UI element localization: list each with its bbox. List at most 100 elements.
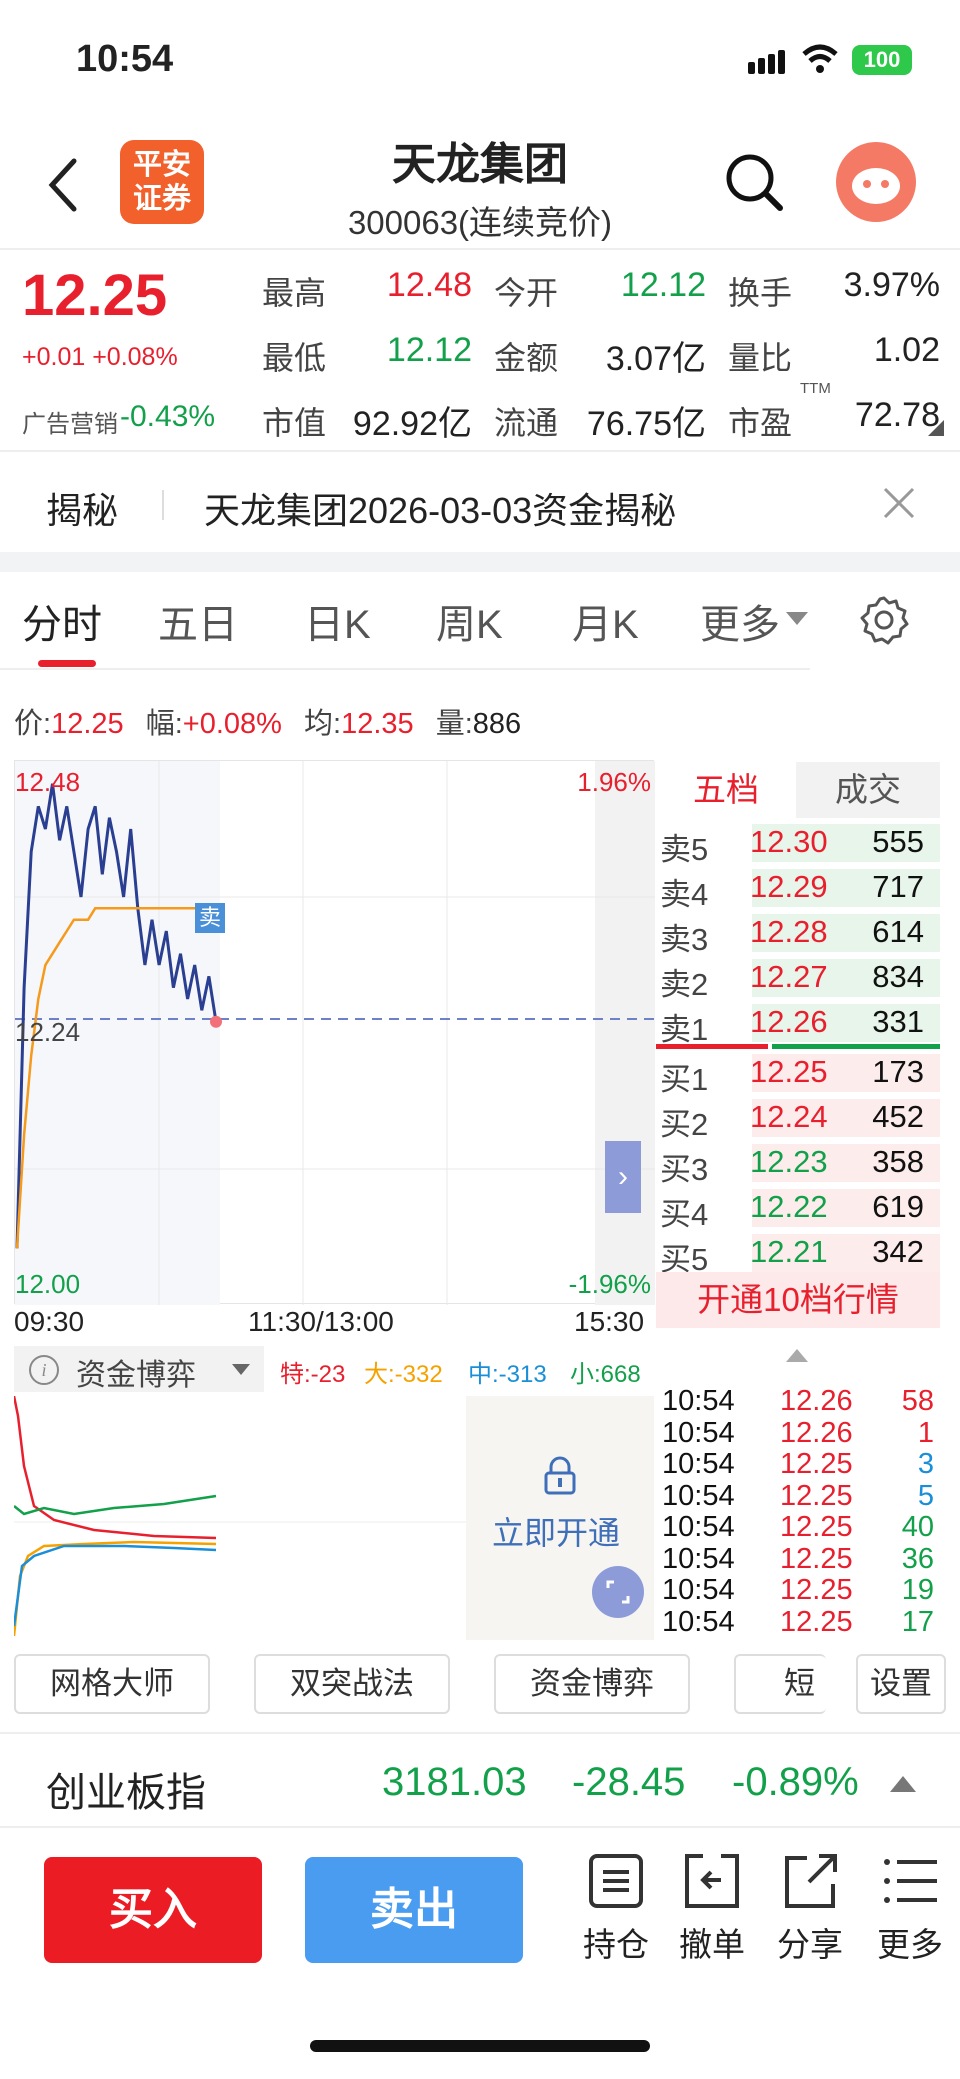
tick-row: 10:54 12.26 58	[662, 1385, 940, 1417]
home-indicator	[310, 2040, 650, 2052]
float-value: 76.75亿	[586, 405, 706, 443]
more-button[interactable]: 更多	[870, 1850, 950, 1970]
tick-row: 10:54 12.25 36	[662, 1543, 940, 1575]
bid-price: 12.21	[750, 1234, 828, 1269]
bid-price: 12.22	[750, 1189, 828, 1224]
divider	[0, 248, 960, 250]
sell-marker[interactable]: 卖	[195, 903, 225, 933]
ask-volume: 717	[872, 869, 924, 904]
time-start: 09:30	[14, 1306, 85, 1337]
bid-row[interactable]: 买2 12.24 452	[656, 1097, 940, 1142]
tab-five-levels[interactable]: 五档	[656, 762, 796, 818]
low-value: 12.12	[386, 331, 472, 369]
tool-double-break[interactable]: 双突战法	[254, 1654, 450, 1714]
ask-row[interactable]: 卖3 12.28 614	[656, 912, 940, 957]
menu-icon	[884, 1859, 937, 1903]
cancel-order-button[interactable]: 撤单	[672, 1850, 752, 1970]
unlock-link[interactable]: 立即开通	[492, 1508, 620, 1554]
ask-row[interactable]: 卖1 12.26 331	[656, 1002, 940, 1047]
bid-price: 12.24	[750, 1099, 828, 1134]
tick-price: 12.25	[780, 1479, 853, 1512]
tab-trades[interactable]: 成交	[796, 762, 940, 818]
volratio-value: 1.02	[873, 331, 940, 369]
tab-five-day[interactable]: 五日	[158, 592, 238, 650]
bid-row[interactable]: 买3 12.23 358	[656, 1142, 940, 1187]
tab-weekly-k[interactable]: 周K	[436, 592, 503, 650]
chart-bottom-price: 12.00	[15, 1269, 81, 1299]
separator	[162, 490, 164, 520]
ask-row[interactable]: 卖4 12.29 717	[656, 867, 940, 912]
tool-fund-game[interactable]: 资金博弈	[494, 1654, 690, 1714]
expand-arrow-button[interactable]: ›	[605, 1141, 641, 1213]
reveal-text[interactable]: 天龙集团2026-03-03资金揭秘	[204, 482, 676, 534]
ask-side: 卖4	[660, 877, 709, 912]
expand-corner-icon[interactable]	[928, 420, 944, 436]
bid-side: 买3	[660, 1152, 709, 1187]
pe-ttm-sup: TTM	[800, 380, 831, 397]
tab-daily-k[interactable]: 日K	[304, 592, 371, 650]
tick-time: 10:54	[662, 1574, 735, 1606]
fullscreen-icon	[606, 1580, 630, 1604]
sell-button[interactable]: 卖出	[305, 1857, 523, 1963]
signal-icon	[758, 58, 765, 74]
tab-intraday[interactable]: 分时	[22, 592, 102, 650]
tick-volume: 3	[917, 1448, 934, 1480]
upgrade-level10-button[interactable]: 开通10档行情	[656, 1272, 940, 1328]
bid-row[interactable]: 买1 12.25 173	[656, 1052, 940, 1097]
sector-label[interactable]: 广告营销	[22, 404, 118, 439]
float-label: 流通	[494, 405, 559, 441]
robot-face-icon	[852, 168, 900, 204]
tick-row: 10:54 12.25 40	[662, 1511, 940, 1543]
bid-row[interactable]: 买5 12.21 342	[656, 1232, 940, 1277]
info-icon[interactable]: i	[28, 1354, 60, 1386]
tick-volume: 1	[917, 1416, 934, 1449]
more-label: 更多	[877, 1926, 943, 1963]
cancel-order-label: 撤单	[679, 1926, 745, 1963]
intraday-chart[interactable]: 12.48 12.24 12.00 1.96% -1.96% 卖 ›	[14, 760, 655, 1305]
chevron-up-icon[interactable]	[890, 1774, 916, 1792]
low-label: 最低	[262, 340, 327, 376]
ask-side: 卖1	[660, 1012, 709, 1047]
current-price-dot	[210, 1015, 222, 1028]
fullscreen-button[interactable]	[592, 1566, 644, 1618]
mcap-value: 92.92亿	[352, 405, 472, 443]
pe-label: 市盈	[728, 405, 793, 441]
close-icon[interactable]	[882, 486, 916, 520]
ask-volume: 834	[872, 959, 924, 994]
holdings-button[interactable]: 持仓	[576, 1850, 656, 1970]
tool-grid-master[interactable]: 网格大师	[14, 1654, 210, 1714]
index-pct: -0.89%	[732, 1760, 859, 1804]
gear-icon[interactable]	[858, 594, 910, 646]
fund-game-title[interactable]: 资金博弈	[76, 1350, 196, 1394]
search-icon[interactable]	[722, 150, 786, 214]
ask-side: 卖2	[660, 967, 709, 1002]
tick-price: 12.25	[780, 1511, 853, 1543]
tick-price: 12.25	[780, 1605, 853, 1638]
tick-time: 10:54	[662, 1385, 735, 1417]
holdings-label: 持仓	[583, 1926, 649, 1963]
tab-more[interactable]: 更多	[700, 592, 780, 650]
tool-settings[interactable]: 设置	[856, 1654, 946, 1714]
bid-volume: 619	[872, 1189, 924, 1224]
tab-monthly-k[interactable]: 月K	[572, 592, 639, 650]
share-button[interactable]: 分享	[770, 1850, 850, 1970]
buy-button[interactable]: 买入	[44, 1857, 262, 1963]
tool-short-line[interactable]: 短线	[734, 1654, 826, 1714]
ask-row[interactable]: 卖5 12.30 555	[656, 822, 940, 867]
ask-volume: 555	[872, 824, 924, 859]
tick-time: 10:54	[662, 1511, 735, 1543]
index-ticker[interactable]: 创业板指 3181.03 -28.45 -0.89%	[0, 1740, 960, 1824]
info-price: 12.25	[51, 708, 124, 740]
sector-change[interactable]: -0.43%	[120, 400, 215, 434]
time-mid: 11:30/13:00	[248, 1306, 394, 1337]
bid-row[interactable]: 买4 12.22 619	[656, 1187, 940, 1232]
assistant-avatar[interactable]	[836, 142, 916, 222]
current-price: 12.25	[22, 263, 168, 328]
chevron-up-icon[interactable]	[786, 1348, 808, 1362]
tick-volume: 19	[901, 1574, 934, 1606]
ask-row[interactable]: 卖2 12.27 834	[656, 957, 940, 1002]
ask-price: 12.29	[750, 869, 828, 904]
signal-icon	[768, 54, 775, 74]
chart-top-price: 12.48	[15, 767, 81, 797]
info-vol-label: 量:	[435, 708, 473, 740]
